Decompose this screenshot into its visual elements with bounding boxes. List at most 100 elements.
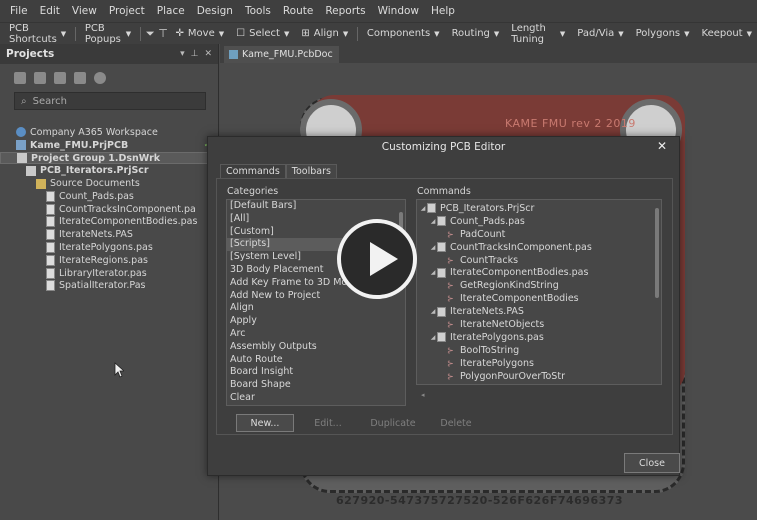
menu-edit[interactable]: Edit <box>34 5 66 17</box>
duplicate-button[interactable]: Duplicate <box>363 414 423 432</box>
project-options-icon[interactable] <box>54 72 66 84</box>
panel-menu-icon[interactable]: ▾ <box>180 49 185 59</box>
script-project-icon <box>427 203 436 214</box>
pcb-shortcuts-dropdown[interactable]: PCB Shortcuts ▼ <box>4 23 71 45</box>
close-icon[interactable]: ✕ <box>204 49 212 59</box>
menu-view[interactable]: View <box>66 5 103 17</box>
tree-item-file[interactable]: Count_Pads.pas <box>0 190 219 203</box>
menu-place[interactable]: Place <box>151 5 191 17</box>
close-button[interactable]: Close <box>624 453 680 473</box>
menu-project[interactable]: Project <box>103 5 151 17</box>
save-all-icon[interactable] <box>34 72 46 84</box>
commands-scrollbar[interactable] <box>654 202 660 382</box>
tree-item-pcb-iterators[interactable]: PCB_Iterators.PrjScr <box>0 164 219 177</box>
commands-tree-project[interactable]: ◢ PCB_Iterators.PrjScr <box>417 202 661 215</box>
tree-item-source-documents[interactable]: Source Documents <box>0 177 219 190</box>
new-button[interactable]: New... <box>236 414 294 432</box>
commands-tree-procedure[interactable]: ⊱ GetRegionKindString <box>417 279 661 292</box>
commands-tree-file[interactable]: ◢ IterateComponentBodies.pas <box>417 266 661 279</box>
dialog-body: Categories Commands [Default Bars] [All]… <box>216 178 673 435</box>
select-dropdown[interactable]: ☐ Select ▼ <box>231 25 294 43</box>
tree-item-kame-fmu[interactable]: Kame_FMU.PrjPCB✓ <box>0 139 219 152</box>
length-tuning-dropdown[interactable]: Length Tuning ▼ <box>506 23 570 45</box>
menu-file[interactable]: File <box>4 5 34 17</box>
polygons-dropdown[interactable]: Polygons ▼ <box>631 25 695 43</box>
commands-tree-procedure[interactable]: ⊱ BoolToString <box>417 344 661 357</box>
menu-help[interactable]: Help <box>425 5 461 17</box>
commands-tree-procedure[interactable]: ⊱ IteratePolygons <box>417 357 661 370</box>
play-icon[interactable] <box>337 219 417 299</box>
commands-tree[interactable]: ◢ PCB_Iterators.PrjScr ◢ Count_Pads.pas ⊱ P… <box>416 199 662 385</box>
commands-tree-procedure[interactable]: ⊱ PolygonPourOverToStr <box>417 370 661 383</box>
file-icon <box>46 254 55 266</box>
menu-design[interactable]: Design <box>191 5 239 17</box>
tab-toolbars[interactable]: Toolbars <box>285 164 337 178</box>
tree-item-project-group[interactable]: Project Group 1.DsnWrk <box>0 151 219 165</box>
expand-icon[interactable]: ◢ <box>429 308 437 315</box>
list-item[interactable]: Assembly Outputs <box>227 341 405 354</box>
components-dropdown[interactable]: Components ▼ <box>362 25 445 43</box>
toolbar-divider <box>357 26 358 41</box>
commands-tree-file[interactable]: ◢ IteratePolygons.pas <box>417 331 661 344</box>
tree-item-file[interactable]: IterateRegions.pas <box>0 254 219 267</box>
align-dropdown[interactable]: ⊞ Align ▼ <box>296 25 353 43</box>
expand-icon[interactable]: ◢ <box>429 334 437 341</box>
gear-icon[interactable] <box>94 72 106 84</box>
commands-tree-file[interactable]: ◢ Count_Pads.pas <box>417 215 661 228</box>
edit-button[interactable]: Edit... <box>299 414 357 432</box>
list-item[interactable]: Auto Route <box>227 354 405 367</box>
search-input[interactable]: ⌕ Search <box>14 92 206 110</box>
routing-dropdown[interactable]: Routing ▼ <box>447 25 505 43</box>
tree-item-file[interactable]: IterateNets.PAS <box>0 228 219 241</box>
expand-icon[interactable]: ◢ <box>429 269 437 276</box>
tree-item-file[interactable]: SpatialIterator.Pas <box>0 280 219 293</box>
list-item[interactable]: Clear <box>227 392 405 405</box>
close-icon[interactable]: ✕ <box>657 139 667 153</box>
tab-commands[interactable]: Commands <box>220 164 286 178</box>
commands-tree-file[interactable]: ◢ CountTracksInComponent.pas <box>417 241 661 254</box>
menu-window[interactable]: Window <box>372 5 425 17</box>
tree-item-label: PadCount <box>460 228 506 240</box>
tree-item-label: PCB_Iterators.PrjScr <box>40 165 149 177</box>
tree-item-file[interactable]: IterateComponentBodies.pas <box>0 216 219 229</box>
delete-button[interactable]: Delete <box>427 414 485 432</box>
list-item[interactable]: Arc <box>227 328 405 341</box>
pad-via-dropdown[interactable]: Pad/Via ▼ <box>572 25 628 43</box>
expand-icon[interactable]: ◢ <box>429 244 437 251</box>
list-item[interactable]: Board Shape <box>227 379 405 392</box>
route-icon[interactable]: ⊤ <box>158 26 169 42</box>
tree-item-workspace[interactable]: Company A365 Workspace <box>0 126 219 139</box>
tree-item-file[interactable]: CountTracksInComponent.pa <box>0 203 219 216</box>
file-icon <box>46 267 55 279</box>
commands-tree-procedure[interactable]: ⊱ IterateComponentBodies <box>417 292 661 305</box>
list-item[interactable]: Align <box>227 302 405 315</box>
move-label: Move <box>187 28 215 39</box>
menu-tools[interactable]: Tools <box>239 5 277 17</box>
pcb-popups-dropdown[interactable]: PCB Popups ▼ <box>80 23 136 45</box>
list-item[interactable]: [Default Bars] <box>227 200 405 213</box>
pin-icon[interactable]: ⊥ <box>191 49 199 59</box>
filter-icon[interactable]: ⏷ <box>145 26 156 42</box>
save-icon[interactable] <box>14 72 26 84</box>
commands-tree-procedure[interactable]: ⊱ PadCount <box>417 228 661 241</box>
list-item[interactable]: Apply <box>227 315 405 328</box>
open-folder-icon[interactable] <box>74 72 86 84</box>
menu-route[interactable]: Route <box>277 5 319 17</box>
tab-kame-fmu-pcbdoc[interactable]: Kame_FMU.PcbDoc <box>224 46 339 63</box>
list-item[interactable]: Board Insight <box>227 366 405 379</box>
expand-icon[interactable]: ◢ <box>419 205 427 212</box>
scroll-left-icon[interactable]: ◂ <box>421 391 425 399</box>
move-dropdown[interactable]: ✛ Move ▼ <box>171 25 230 43</box>
file-icon <box>46 229 55 241</box>
menu-reports[interactable]: Reports <box>319 5 371 17</box>
caret-down-icon: ▼ <box>342 29 349 38</box>
expand-icon[interactable]: ◢ <box>429 218 437 225</box>
commands-tree-procedure[interactable]: ⊱ CountTracks <box>417 254 661 267</box>
tree-item-file[interactable]: LibraryIterator.pas <box>0 267 219 280</box>
tree-item-file[interactable]: IteratePolygons.pas <box>0 241 219 254</box>
commands-tree-procedure[interactable]: ⊱ IterateNetObjects <box>417 318 661 331</box>
commands-tree-file[interactable]: ◢ IterateNets.PAS <box>417 305 661 318</box>
pad-via-label: Pad/Via <box>577 28 615 39</box>
keepout-dropdown[interactable]: Keepout ▼ <box>697 25 757 43</box>
dialog-tabs: Commands Toolbars <box>220 164 337 178</box>
